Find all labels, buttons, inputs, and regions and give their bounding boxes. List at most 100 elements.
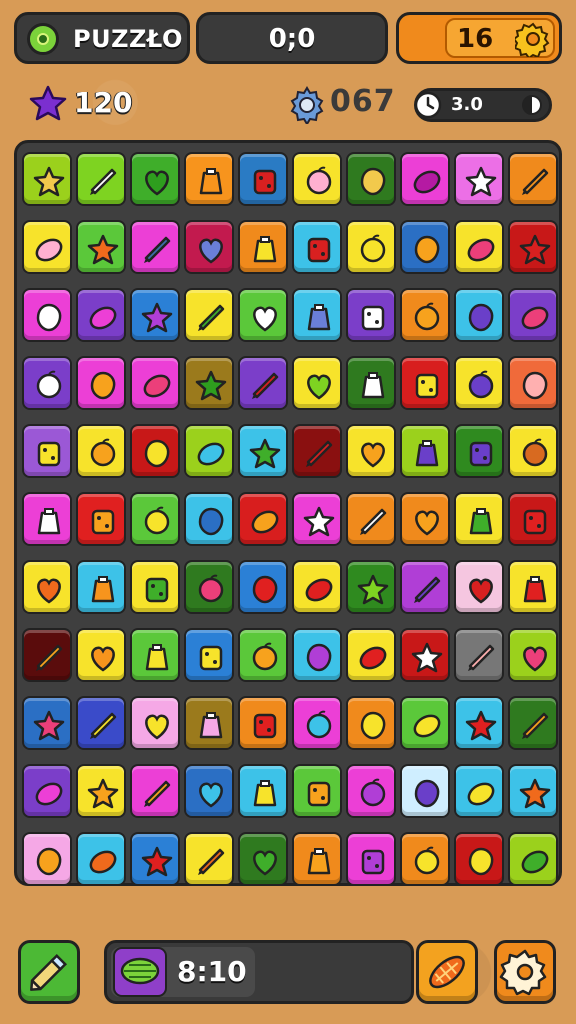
board-tile[interactable] [238, 356, 288, 410]
board-tile[interactable] [238, 288, 288, 342]
board-tile[interactable] [184, 764, 234, 818]
board-tile[interactable] [508, 152, 558, 206]
board-tile[interactable] [22, 356, 72, 410]
board-tile[interactable] [292, 288, 342, 342]
board-tile[interactable] [292, 696, 342, 750]
level-panel[interactable]: 16 [396, 12, 562, 64]
board-tile[interactable] [454, 696, 504, 750]
board-tile[interactable] [184, 220, 234, 274]
board-tile[interactable] [292, 560, 342, 614]
board-tile[interactable] [184, 628, 234, 682]
board-tile[interactable] [22, 152, 72, 206]
gear-icon[interactable] [515, 21, 551, 57]
board-tile[interactable] [508, 220, 558, 274]
board-tile[interactable] [184, 560, 234, 614]
board-tile[interactable] [76, 424, 126, 478]
board-tile[interactable] [76, 356, 126, 410]
board-tile[interactable] [76, 832, 126, 886]
board-tile[interactable] [130, 628, 180, 682]
board-tile[interactable] [130, 356, 180, 410]
board-tile[interactable] [22, 492, 72, 546]
board-tile[interactable] [292, 492, 342, 546]
board-tile[interactable] [292, 356, 342, 410]
board-tile[interactable] [508, 492, 558, 546]
board-tile[interactable] [454, 152, 504, 206]
board-tile[interactable] [508, 628, 558, 682]
board-tile[interactable] [346, 424, 396, 478]
board-tile[interactable] [454, 288, 504, 342]
board-tile[interactable] [22, 696, 72, 750]
board-tile[interactable] [76, 220, 126, 274]
board-tile[interactable] [508, 696, 558, 750]
board-tile[interactable] [76, 492, 126, 546]
board-tile[interactable] [130, 288, 180, 342]
board-tile[interactable] [346, 492, 396, 546]
board-tile[interactable] [346, 696, 396, 750]
board-tile[interactable] [454, 764, 504, 818]
board-tile[interactable] [346, 288, 396, 342]
board-tile[interactable] [184, 696, 234, 750]
board-tile[interactable] [76, 628, 126, 682]
board-tile[interactable] [400, 492, 450, 546]
board-tile[interactable] [346, 628, 396, 682]
board-tile[interactable] [22, 288, 72, 342]
board-tile[interactable] [130, 696, 180, 750]
board-tile[interactable] [454, 356, 504, 410]
board-tile[interactable] [238, 424, 288, 478]
board-tile[interactable] [346, 560, 396, 614]
board-tile[interactable] [400, 764, 450, 818]
board-tile[interactable] [508, 560, 558, 614]
board-tile[interactable] [76, 764, 126, 818]
board-tile[interactable] [454, 628, 504, 682]
board-tile[interactable] [130, 560, 180, 614]
board-tile[interactable] [130, 424, 180, 478]
board-tile[interactable] [508, 764, 558, 818]
hint-button[interactable] [416, 940, 478, 1004]
board-tile[interactable] [400, 356, 450, 410]
board-tile[interactable] [22, 764, 72, 818]
board-tile[interactable] [454, 492, 504, 546]
board-tile[interactable] [184, 152, 234, 206]
board-tile[interactable] [454, 832, 504, 886]
board-tile[interactable] [238, 764, 288, 818]
board-tile[interactable] [508, 288, 558, 342]
board-tile[interactable] [184, 288, 234, 342]
board-tile[interactable] [184, 832, 234, 886]
board-tile[interactable] [238, 560, 288, 614]
board-tile[interactable] [22, 424, 72, 478]
board-tile[interactable] [238, 492, 288, 546]
board-tile[interactable] [508, 832, 558, 886]
board-tile[interactable] [292, 764, 342, 818]
board-tile[interactable] [76, 288, 126, 342]
board-tile[interactable] [130, 492, 180, 546]
board-tile[interactable] [238, 696, 288, 750]
board-tile[interactable] [346, 764, 396, 818]
board-tile[interactable] [454, 424, 504, 478]
board-tile[interactable] [400, 696, 450, 750]
board-tile[interactable] [184, 492, 234, 546]
board-tile[interactable] [76, 696, 126, 750]
pencil-button[interactable] [18, 940, 80, 1004]
board-tile[interactable] [292, 424, 342, 478]
board-tile[interactable] [508, 356, 558, 410]
board-tile[interactable] [238, 152, 288, 206]
board-tile[interactable] [292, 152, 342, 206]
board-tile[interactable] [346, 152, 396, 206]
board-tile[interactable] [292, 628, 342, 682]
board-tile[interactable] [454, 560, 504, 614]
board-tile[interactable] [184, 356, 234, 410]
board-tile[interactable] [22, 628, 72, 682]
board-tile[interactable] [130, 832, 180, 886]
board-tile[interactable] [346, 832, 396, 886]
board-tile[interactable] [508, 424, 558, 478]
board-tile[interactable] [346, 356, 396, 410]
board-tile[interactable] [400, 220, 450, 274]
board-tile[interactable] [400, 832, 450, 886]
board-tile[interactable] [130, 152, 180, 206]
board-tile[interactable] [130, 764, 180, 818]
board-tile[interactable] [238, 628, 288, 682]
board-tile[interactable] [22, 560, 72, 614]
board-tile[interactable] [238, 220, 288, 274]
board-tile[interactable] [400, 424, 450, 478]
board-tile[interactable] [22, 832, 72, 886]
